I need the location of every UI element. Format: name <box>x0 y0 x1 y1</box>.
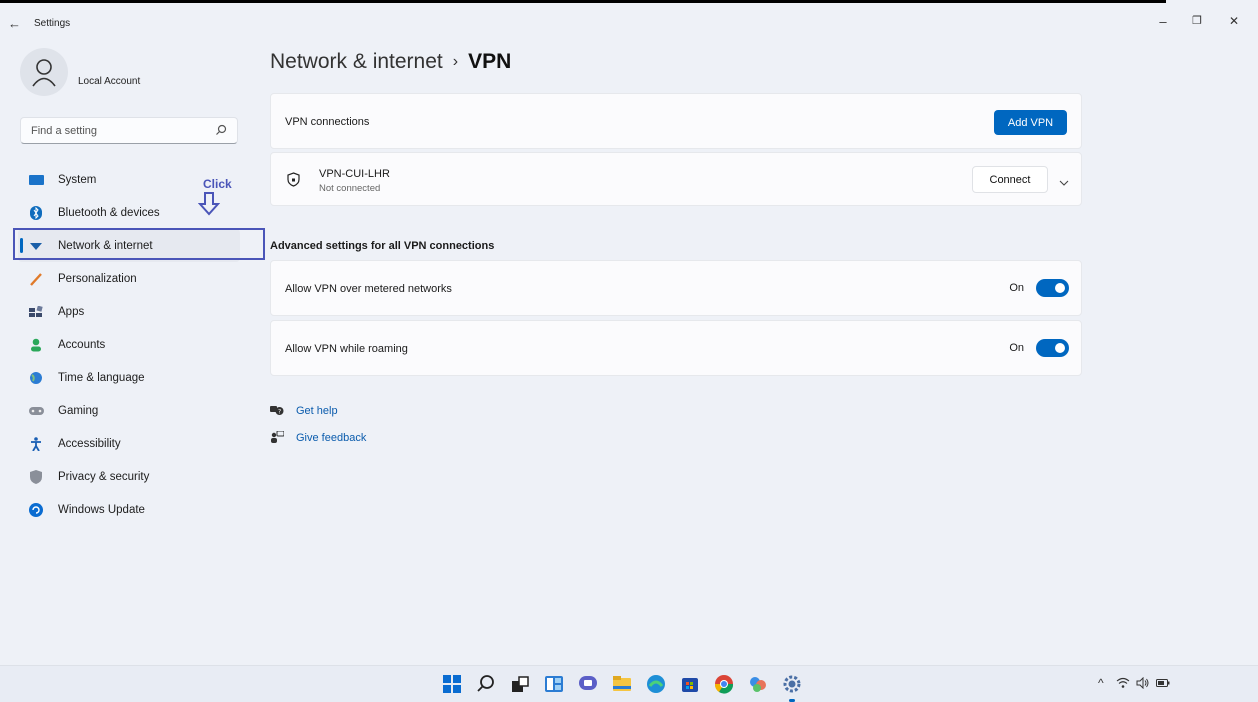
file-explorer-icon[interactable] <box>612 674 632 694</box>
feedback-icon <box>270 431 284 444</box>
breadcrumb-separator: › <box>452 53 459 70</box>
sidebar-item-label: Time & language <box>58 371 145 384</box>
advanced-settings-title: Advanced settings for all VPN connection… <box>270 240 495 252</box>
get-help-label: Get help <box>296 404 338 417</box>
add-vpn-button[interactable]: Add VPN <box>994 110 1067 135</box>
sidebar-item-personalization[interactable]: Personalization <box>18 262 240 295</box>
sidebar-item-privacy[interactable]: Privacy & security <box>18 460 240 493</box>
chrome-icon[interactable] <box>714 674 734 694</box>
task-view-icon[interactable] <box>510 674 530 694</box>
person-icon <box>28 337 44 353</box>
sidebar-item-label: Apps <box>58 305 85 318</box>
vpn-connections-card: VPN connections Add VPN <box>270 93 1082 149</box>
globe-clock-icon <box>28 370 44 386</box>
edge-icon[interactable] <box>646 674 666 694</box>
windows-start-icon[interactable] <box>442 674 462 694</box>
brush-icon <box>28 271 44 287</box>
down-arrow-icon <box>197 192 221 219</box>
widgets-icon[interactable] <box>544 674 564 694</box>
taskbar: ^ <box>0 665 1258 702</box>
app-title: Settings <box>34 18 71 29</box>
apps-icon <box>28 304 44 320</box>
sidebar-item-apps[interactable]: Apps <box>18 295 240 328</box>
accessibility-icon <box>28 436 44 452</box>
sidebar-item-accounts[interactable]: Accounts <box>18 328 240 361</box>
help-icon: ? <box>270 404 284 417</box>
sidebar-item-accessibility[interactable]: Accessibility <box>18 427 240 460</box>
person-icon <box>32 59 56 87</box>
close-button[interactable]: ✕ <box>1224 14 1244 28</box>
sidebar-item-label: System <box>58 173 97 186</box>
sidebar-item-label: Windows Update <box>58 503 145 516</box>
give-feedback-link[interactable]: Give feedback <box>270 431 366 444</box>
breadcrumb: Network & internet › VPN <box>270 50 511 74</box>
photos-icon[interactable] <box>748 674 768 694</box>
roaming-toggle[interactable] <box>1036 339 1069 357</box>
metered-toggle[interactable] <box>1036 279 1069 297</box>
toggle-state-label: On <box>1009 282 1024 294</box>
store-icon[interactable] <box>680 674 700 694</box>
vpn-entry-card[interactable]: VPN-CUI-LHR Not connected Connect <box>270 152 1082 206</box>
setting-row-roaming: Allow VPN while roaming On <box>270 320 1082 376</box>
wifi-icon[interactable] <box>1116 677 1130 692</box>
sidebar-item-windows-update[interactable]: Windows Update <box>18 493 240 526</box>
give-feedback-label: Give feedback <box>296 431 367 444</box>
avatar <box>20 48 68 96</box>
sidebar-item-label: Accounts <box>58 338 106 351</box>
search-icon[interactable] <box>476 674 496 694</box>
toggle-group: On <box>1009 279 1069 297</box>
battery-icon[interactable] <box>1156 678 1170 691</box>
vpn-connections-label: VPN connections <box>285 116 370 128</box>
sidebar-item-label: Gaming <box>58 404 99 417</box>
shield-icon <box>28 469 44 485</box>
update-icon <box>28 502 44 518</box>
search-placeholder: Find a setting <box>31 125 98 137</box>
click-annotation-label: Click <box>203 177 232 191</box>
volume-icon[interactable] <box>1136 676 1150 692</box>
toggle-group: On <box>1009 339 1069 357</box>
top-edge-line <box>0 0 1166 3</box>
search-icon <box>215 124 227 139</box>
sidebar-item-label: Personalization <box>58 272 137 285</box>
gamepad-icon <box>28 403 44 419</box>
bluetooth-icon <box>28 205 44 221</box>
sidebar-item-label: Bluetooth & devices <box>58 206 160 219</box>
get-help-link[interactable]: ? Get help <box>270 404 338 417</box>
setting-row-metered: Allow VPN over metered networks On <box>270 260 1082 316</box>
account-header[interactable]: Local Account <box>20 48 240 100</box>
restore-button[interactable]: ❐ <box>1187 14 1207 27</box>
vpn-name: VPN-CUI-LHR <box>319 168 390 180</box>
search-input[interactable]: Find a setting <box>20 117 238 144</box>
page-title: VPN <box>468 50 512 73</box>
sidebar-item-label: Accessibility <box>58 437 121 450</box>
click-highlight-box <box>13 228 265 260</box>
sidebar-item-gaming[interactable]: Gaming <box>18 394 240 427</box>
title-bar: ← Settings – ❐ ✕ <box>0 6 1258 38</box>
settings-gear-icon[interactable] <box>782 674 802 694</box>
setting-label: Allow VPN while roaming <box>285 343 408 355</box>
monitor-icon <box>28 172 44 188</box>
vpn-shield-icon <box>287 172 300 190</box>
toggle-state-label: On <box>1009 342 1024 354</box>
svg-text:?: ? <box>278 409 281 416</box>
vpn-status: Not connected <box>319 183 381 194</box>
connect-button[interactable]: Connect <box>972 166 1048 193</box>
setting-label: Allow VPN over metered networks <box>285 283 452 295</box>
sidebar-item-time-language[interactable]: Time & language <box>18 361 240 394</box>
tray-overflow-chevron[interactable]: ^ <box>1098 676 1104 690</box>
chevron-down-icon[interactable] <box>1059 175 1069 189</box>
minimize-button[interactable]: – <box>1153 14 1173 29</box>
back-button[interactable]: ← <box>8 16 21 31</box>
sidebar-item-label: Privacy & security <box>58 470 150 483</box>
chat-icon[interactable] <box>578 674 598 694</box>
breadcrumb-parent[interactable]: Network & internet <box>270 50 443 73</box>
account-name: Local Account <box>78 76 141 87</box>
